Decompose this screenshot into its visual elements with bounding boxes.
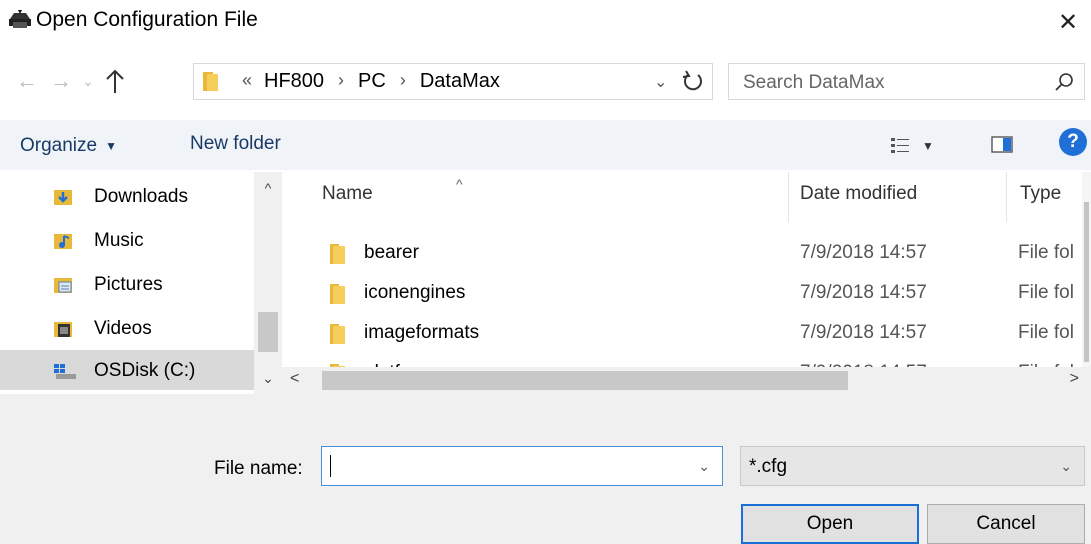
chevron-down-icon[interactable]: ⌄ — [698, 458, 710, 475]
file-row[interactable]: bearer 7/9/2018 14:57 File fol — [282, 233, 1082, 273]
scroll-left-arrow-icon[interactable]: < — [290, 370, 310, 390]
scroll-up-arrow-icon[interactable]: ^ — [254, 180, 282, 196]
sort-ascending-icon: ^ — [456, 176, 463, 192]
file-type-select[interactable]: *.cfg ⌄ — [740, 446, 1085, 486]
nav-item-downloads[interactable]: Downloads — [0, 176, 254, 216]
up-button[interactable] — [100, 66, 130, 96]
downloads-folder-icon — [54, 188, 74, 206]
drive-icon — [54, 362, 76, 380]
pictures-folder-icon — [54, 276, 74, 294]
nav-item-label: OSDisk (C:) — [94, 360, 196, 381]
cancel-button[interactable]: Cancel — [927, 504, 1085, 544]
scroll-right-arrow-icon[interactable]: > — [1059, 370, 1079, 390]
new-folder-button[interactable]: New folder — [190, 133, 281, 159]
music-folder-icon — [54, 232, 74, 250]
nav-pane-scrollbar[interactable]: ^ ⌄ — [254, 172, 282, 394]
file-date: 7/9/2018 14:57 — [800, 242, 927, 263]
caret-down-icon: ▼ — [922, 139, 934, 153]
file-name: imageformats — [364, 322, 480, 343]
nav-item-pictures[interactable]: Pictures — [0, 264, 254, 304]
scrollbar-thumb[interactable] — [1084, 202, 1089, 362]
help-button[interactable]: ? — [1059, 128, 1087, 156]
scroll-down-arrow-icon[interactable]: ⌄ — [254, 370, 282, 386]
folder-icon — [329, 241, 351, 265]
file-type: File fol — [1018, 242, 1074, 263]
breadcrumb-separator[interactable]: › — [324, 70, 358, 93]
file-date: 7/9/2018 14:57 — [800, 322, 927, 343]
videos-folder-icon — [54, 320, 74, 338]
preview-pane-button[interactable] — [990, 133, 1014, 159]
file-list-vertical-scrollbar[interactable] — [1082, 172, 1091, 367]
file-row[interactable]: iconengines 7/9/2018 14:57 File fol — [282, 273, 1082, 313]
column-divider[interactable] — [788, 172, 789, 222]
search-icon[interactable] — [1054, 72, 1074, 92]
breadcrumb-separator[interactable]: › — [386, 70, 420, 93]
refresh-icon — [682, 70, 702, 91]
file-date: 7/9/2018 14:57 — [800, 282, 927, 303]
window-title: Open Configuration File — [36, 8, 258, 31]
nav-item-osdisk[interactable]: OSDisk (C:) — [0, 350, 254, 390]
chevron-down-icon: ⌄ — [82, 73, 94, 89]
chevron-down-icon: ⌄ — [654, 74, 668, 91]
recent-locations-button[interactable]: ⌄ — [80, 70, 96, 92]
file-name: bearer — [364, 242, 419, 263]
folder-icon — [329, 321, 351, 345]
nav-item-label: Pictures — [94, 274, 163, 295]
file-row[interactable]: imageformats 7/9/2018 14:57 File fol — [282, 313, 1082, 353]
forward-button[interactable]: → — [48, 68, 74, 94]
nav-item-label: Videos — [94, 318, 152, 339]
back-button[interactable]: ← — [14, 68, 40, 94]
column-header-type[interactable]: Type — [1020, 183, 1061, 205]
arrow-right-icon: → — [50, 68, 72, 93]
nav-item-videos[interactable]: Videos — [0, 308, 254, 348]
search-input[interactable]: Search DataMax — [728, 63, 1085, 100]
printer-icon — [8, 10, 32, 30]
file-type: File fol — [1018, 322, 1074, 343]
nav-item-label: Music — [94, 230, 144, 251]
help-icon: ? — [1067, 131, 1079, 152]
breadcrumb-item[interactable]: PC — [358, 70, 386, 93]
change-view-button[interactable]: ▼ — [890, 133, 956, 159]
caret-down-icon: ▼ — [105, 139, 117, 153]
folder-icon — [202, 70, 224, 92]
close-icon: ✕ — [1057, 8, 1079, 36]
close-button[interactable]: ✕ — [1045, 0, 1091, 44]
refresh-button[interactable] — [680, 67, 706, 95]
organize-label: Organize — [20, 135, 98, 156]
open-button[interactable]: Open — [741, 504, 919, 544]
scrollbar-thumb[interactable] — [258, 312, 278, 352]
column-header-name[interactable]: Name — [322, 183, 373, 205]
preview-pane-icon — [991, 136, 1013, 153]
file-type-value: *.cfg — [749, 456, 788, 477]
column-header-date-modified[interactable]: Date modified — [800, 183, 917, 205]
breadcrumb-item[interactable]: HF800 — [264, 70, 324, 93]
organize-button[interactable]: Organize ▼ — [20, 133, 117, 159]
breadcrumb-overflow[interactable]: « — [242, 70, 264, 93]
details-view-icon — [891, 138, 909, 153]
breadcrumb: « HF800 › PC › DataMax — [242, 70, 500, 93]
column-divider[interactable] — [1006, 172, 1007, 222]
folder-icon — [329, 281, 351, 305]
file-type: File fol — [1018, 282, 1074, 303]
breadcrumb-item[interactable]: DataMax — [420, 70, 500, 93]
network-icon — [52, 386, 66, 402]
nav-item-music[interactable]: Music — [0, 220, 254, 260]
address-dropdown-button[interactable]: ⌄ — [654, 72, 672, 92]
text-cursor — [330, 455, 331, 477]
nav-item-label: Downloads — [94, 186, 188, 207]
chevron-down-icon: ⌄ — [1060, 458, 1072, 474]
arrow-left-icon: ← — [16, 68, 38, 93]
scrollbar-thumb[interactable] — [322, 371, 848, 390]
file-name: iconengines — [364, 282, 466, 303]
navigation-pane: Downloads Music Pictures Videos OSDisk (… — [0, 172, 282, 394]
file-name-label: File name: — [214, 458, 303, 479]
search-placeholder: Search DataMax — [743, 72, 885, 93]
address-bar[interactable]: « HF800 › PC › DataMax ⌄ — [193, 63, 713, 100]
file-list-horizontal-scrollbar[interactable]: < > — [282, 367, 1091, 394]
file-name-input[interactable]: ⌄ — [321, 446, 723, 486]
arrow-up-icon — [106, 69, 124, 93]
